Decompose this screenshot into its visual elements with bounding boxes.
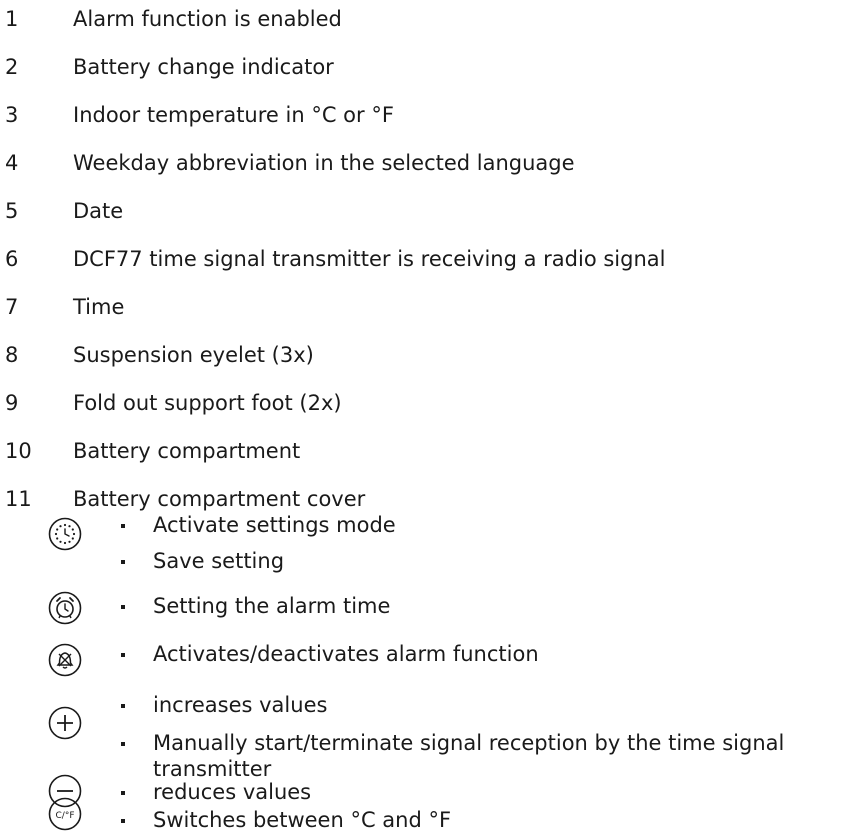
bullet-marker [121,524,125,528]
bullet-marker [121,560,125,564]
bullet-marker [121,605,125,609]
settings-clock-icon [48,517,82,551]
item-number: 5 [5,199,19,223]
item-number: 9 [5,391,19,415]
bullet-text: Manually start/terminate signal receptio… [153,731,785,755]
item-label: Indoor temperature in °C or °F [73,103,394,127]
item-number: 1 [5,7,19,31]
bullet-text: Activate settings mode [153,513,396,537]
bullet-marker [121,819,125,823]
item-number: 10 [5,439,32,463]
item-label: Fold out support foot (2x) [73,391,342,415]
bullet-marker [121,742,125,746]
item-label: Suspension eyelet (3x) [73,343,314,367]
item-number: 2 [5,55,19,79]
item-label: Time [73,295,125,319]
item-label: Battery compartment [73,439,301,463]
bullet-text: reduces values [153,780,312,804]
item-label: Alarm function is enabled [73,7,342,31]
bullet-text: increases values [153,693,328,717]
bullet-text: Switches between °C and °F [153,808,452,832]
item-number: 7 [5,295,19,319]
bullet-marker [121,791,125,795]
bullet-text: Setting the alarm time [153,594,391,618]
alarm-clock-icon [48,591,82,625]
item-label: Battery compartment cover [73,487,366,511]
bullet-marker [121,704,125,708]
item-number: 3 [5,103,19,127]
item-number: 6 [5,247,19,271]
item-label: DCF77 time signal transmitter is receivi… [73,247,666,271]
item-label: Date [73,199,124,223]
item-number: 11 [5,487,32,511]
alarm-off-icon [48,643,82,677]
celsius-fahrenheit-icon: C/°F [48,797,82,831]
icon-label: C/°F [56,811,75,821]
plus-icon [48,706,82,740]
item-label: Weekday abbreviation in the selected lan… [73,151,575,175]
bullet-text: Activates/deactivates alarm function [153,642,539,666]
item-number: 8 [5,343,19,367]
item-number: 4 [5,151,19,175]
bullet-marker [121,653,125,657]
item-label: Battery change indicator [73,55,334,79]
bullet-text: Save setting [153,549,285,573]
